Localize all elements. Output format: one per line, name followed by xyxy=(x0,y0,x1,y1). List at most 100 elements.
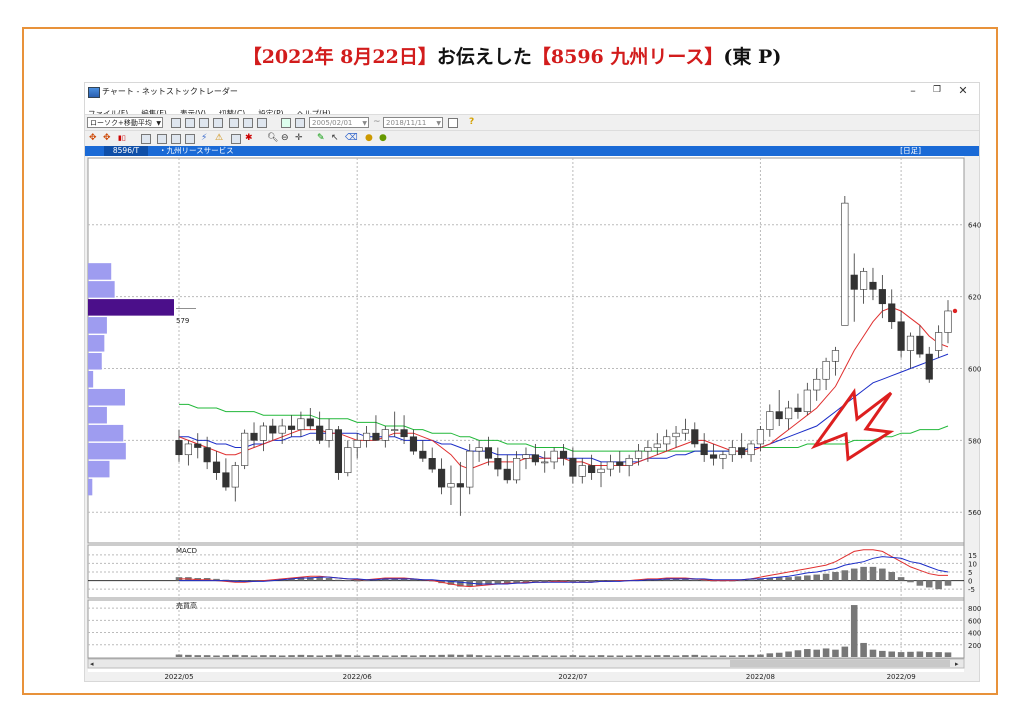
volume-tick-label: 600 xyxy=(968,617,981,625)
volume-bar xyxy=(382,655,389,657)
last-price-marker xyxy=(952,308,958,314)
volume-bar xyxy=(250,655,258,657)
candle-body xyxy=(813,378,821,391)
volume-bar xyxy=(766,653,774,657)
scrollbar-thumb[interactable] xyxy=(730,660,950,667)
scroll-right-icon[interactable]: ▸ xyxy=(955,660,959,668)
volume-bar xyxy=(710,655,717,657)
volume-bar xyxy=(897,652,905,657)
volume-bar xyxy=(475,655,483,657)
volume-bar xyxy=(410,655,417,657)
volume-bar xyxy=(297,654,305,657)
candle-body xyxy=(634,450,643,459)
candle-body xyxy=(944,310,952,333)
candle-body xyxy=(503,468,511,481)
macd-histogram-bar xyxy=(353,580,361,582)
volume-bar xyxy=(400,655,408,657)
volume-bar xyxy=(325,655,333,657)
candle-body xyxy=(250,432,258,441)
candle-body xyxy=(700,443,708,456)
volume-bar xyxy=(860,642,867,657)
macd-tick-label: 0 xyxy=(968,578,972,586)
volume-bar xyxy=(260,655,267,657)
candle-body xyxy=(691,429,699,445)
volume-bar xyxy=(738,655,745,657)
macd-histogram-bar xyxy=(925,580,933,588)
macd-histogram-bar xyxy=(335,579,342,581)
macd-histogram-bar xyxy=(869,566,877,581)
macd-histogram-bar xyxy=(813,574,820,581)
price-tick-label: 640 xyxy=(968,222,981,230)
volume-bar xyxy=(485,655,492,657)
candle-body xyxy=(531,454,539,463)
candle-body xyxy=(878,289,886,305)
volume-bar xyxy=(785,651,792,657)
macd-histogram-bar xyxy=(475,580,483,586)
candle-body xyxy=(663,436,671,445)
volume-bar xyxy=(438,654,445,657)
volume-bar xyxy=(569,655,577,657)
price-chart: 560 580 600 620 640 2022/05 2022/06 2022/07 2022… xyxy=(87,156,981,681)
candle-body xyxy=(672,432,680,438)
candle-body xyxy=(550,450,558,463)
candle-body xyxy=(541,461,549,464)
candle-body xyxy=(775,411,783,420)
candle-body xyxy=(184,443,192,456)
candle-body xyxy=(325,429,333,441)
volume-profile-bar xyxy=(88,442,126,460)
candle-body xyxy=(287,425,296,430)
macd-histogram-bar xyxy=(738,580,745,582)
candle-body xyxy=(428,458,436,470)
volume-profile-bar xyxy=(88,370,94,388)
volume-bar xyxy=(700,655,708,657)
candle-body xyxy=(869,281,877,290)
volume-bar xyxy=(832,649,839,657)
candle-body xyxy=(747,443,755,456)
candle-body xyxy=(400,429,408,438)
candle-body xyxy=(438,468,446,488)
price-tick-label: 560 xyxy=(968,509,981,517)
candle-body xyxy=(372,432,380,441)
candle-body xyxy=(766,411,774,430)
candle-body xyxy=(194,443,202,448)
volume-bar xyxy=(625,655,633,657)
macd-histogram-bar xyxy=(822,573,830,581)
candle-body xyxy=(362,432,371,441)
volume-profile-bar xyxy=(88,478,93,496)
candle-body xyxy=(888,303,896,323)
volume-bar xyxy=(775,652,783,657)
volume-bar xyxy=(850,605,858,657)
macd-tick-label: 10 xyxy=(968,560,977,568)
volume-bar xyxy=(278,655,286,657)
candle-body xyxy=(625,458,633,466)
macd-tick-label: 15 xyxy=(968,552,977,560)
volume-bar xyxy=(682,655,689,657)
scroll-left-icon[interactable]: ◂ xyxy=(90,660,94,668)
volume-bar xyxy=(344,655,352,657)
macd-tick-label: -5 xyxy=(968,586,975,594)
candle-body xyxy=(231,465,239,488)
volume-tick-label: 200 xyxy=(968,642,981,650)
candle-body xyxy=(597,468,605,474)
candle-body xyxy=(794,407,802,412)
volume-profile-bar xyxy=(88,424,124,442)
volume-profile-bar xyxy=(88,263,112,280)
candle-body xyxy=(935,332,943,351)
volume-bar xyxy=(466,654,474,657)
volume-bar xyxy=(578,655,586,657)
x-tick-label: 2022/05 xyxy=(164,673,193,681)
volume-bar xyxy=(757,654,764,657)
price-tick-label: 580 xyxy=(968,437,981,445)
candle-body xyxy=(606,461,614,470)
candle-body xyxy=(916,335,924,355)
candle-body xyxy=(381,429,389,441)
macd-histogram-bar xyxy=(747,579,755,581)
volume-bar xyxy=(185,654,192,657)
volume-bar xyxy=(804,649,811,657)
candle-body xyxy=(897,321,905,351)
volume-profile-bar xyxy=(88,388,125,406)
volume-bar xyxy=(719,655,727,657)
macd-histogram-bar xyxy=(944,580,952,586)
volume-profile-bar xyxy=(88,299,174,316)
volume-label: 売買高 xyxy=(176,601,197,610)
